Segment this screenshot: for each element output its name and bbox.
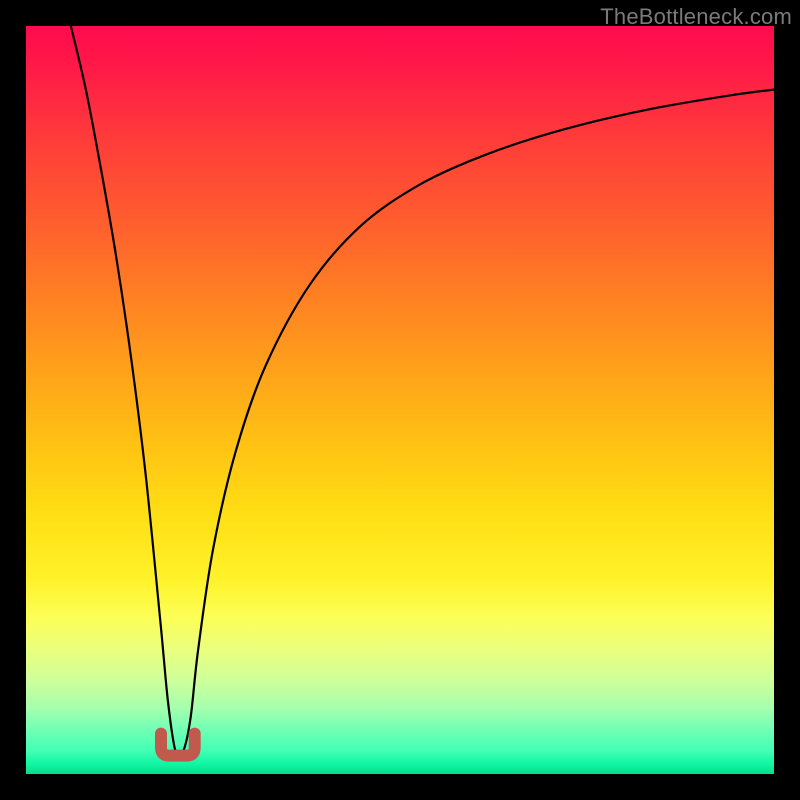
watermark-text: TheBottleneck.com: [600, 4, 792, 30]
chart-frame: [26, 26, 774, 774]
sweet-spot-marker: [26, 26, 774, 774]
